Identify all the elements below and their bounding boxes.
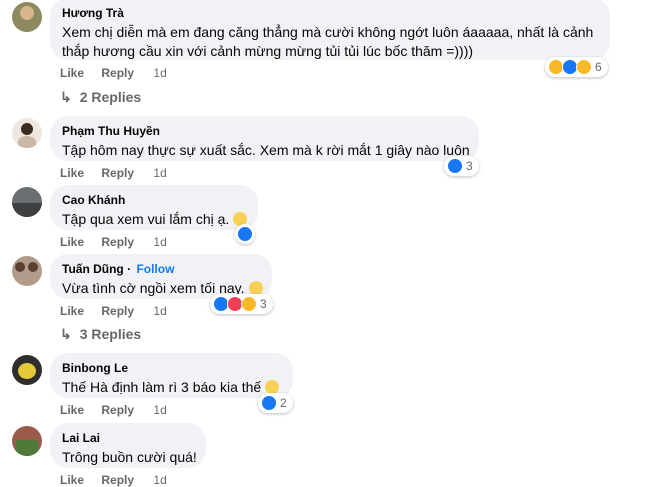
comment-text: Tập hôm nay thực sự xuất sắc. Xem mà k r… (62, 142, 470, 158)
comment-text: thắp hương cầu xin với cảnh mừng mừng tủ… (62, 43, 474, 59)
comment-time[interactable]: 1d (153, 304, 166, 318)
reply-arrow-icon: ↳ (60, 326, 72, 342)
comment-bubble: Tuấn Dũng · Follow Vừa tình cờ ngồi xem … (50, 254, 272, 299)
reaction-count: 6 (595, 60, 602, 74)
like-button[interactable]: Like (60, 473, 84, 487)
like-button[interactable]: Like (60, 166, 84, 180)
view-replies-link[interactable]: ↳ 2 Replies (60, 89, 141, 106)
reply-button[interactable]: Reply (101, 66, 134, 80)
comment-actions: Like Reply 1d (60, 66, 181, 80)
comment-actions: Like Reply 1d (60, 304, 181, 318)
reaction-count: 2 (280, 396, 287, 410)
reaction-count: 3 (466, 159, 473, 173)
replies-label[interactable]: 3 Replies (80, 326, 141, 342)
like-reaction-icon (447, 158, 463, 174)
avatar[interactable] (12, 118, 42, 148)
comment-bubble: Binbong Le Thế Hà định làm rì 3 báo kia … (50, 353, 293, 398)
reply-button[interactable]: Reply (101, 166, 134, 180)
avatar[interactable] (12, 256, 42, 286)
comment-author-name[interactable]: Tuấn Dũng (62, 262, 124, 276)
replies-label[interactable]: 2 Replies (80, 89, 141, 105)
comment-text: Thế Hà định làm rì 3 báo kia thế (62, 378, 281, 397)
reply-button[interactable]: Reply (101, 403, 134, 417)
reaction-summary[interactable]: 3 (444, 156, 479, 176)
sad-emoji-icon (265, 380, 280, 394)
comment-author: Tuấn Dũng · Follow (62, 262, 175, 276)
view-replies-link[interactable]: ↳ 3 Replies (60, 326, 141, 343)
like-button[interactable]: Like (60, 403, 84, 417)
comment-time[interactable]: 1d (153, 235, 166, 249)
care-reaction-icon (576, 59, 592, 75)
comment-actions: Like Reply 1d (60, 403, 181, 417)
care-reaction-icon (241, 296, 257, 312)
follow-button[interactable]: Follow (136, 262, 174, 276)
reaction-summary[interactable]: 6 (545, 57, 608, 77)
reply-button[interactable]: Reply (101, 235, 134, 249)
comment-author[interactable]: Binbong Le (62, 360, 281, 376)
comment-bubble: Lai Lai Trông buồn cười quá! (50, 423, 206, 468)
reply-button[interactable]: Reply (101, 304, 134, 318)
comment-time[interactable]: 1d (153, 66, 166, 80)
avatar[interactable] (12, 426, 42, 456)
comment-text: Tập qua xem vui lắm chị ạ. (62, 210, 248, 229)
reaction-summary[interactable] (235, 224, 255, 244)
reply-button[interactable]: Reply (101, 473, 134, 487)
avatar[interactable] (12, 355, 42, 385)
comment-actions: Like Reply 1d (60, 166, 181, 180)
comment-actions: Like Reply 1d (60, 473, 181, 487)
like-button[interactable]: Like (60, 235, 84, 249)
comment-time[interactable]: 1d (153, 473, 166, 487)
comment-author[interactable]: Lai Lai (62, 430, 194, 446)
comment-author[interactable]: Hương Trà (62, 5, 598, 21)
comment-text: Xem chị diễn mà em đang căng thẳng mà cư… (62, 24, 594, 40)
comment-bubble: Hương Trà Xem chị diễn mà em đang căng t… (50, 0, 610, 60)
comment-text: Trông buồn cười quá! (62, 449, 197, 465)
avatar[interactable] (12, 187, 42, 217)
comment-author[interactable]: Phạm Thu Huyền (62, 123, 467, 139)
comment-actions: Like Reply 1d (60, 235, 181, 249)
comment-time[interactable]: 1d (153, 166, 166, 180)
like-button[interactable]: Like (60, 304, 84, 318)
comment-time[interactable]: 1d (153, 403, 166, 417)
like-reaction-icon (261, 395, 277, 411)
reply-arrow-icon: ↳ (60, 89, 72, 105)
comment-author[interactable]: Cao Khánh (62, 192, 246, 208)
comment-bubble: Cao Khánh Tập qua xem vui lắm chị ạ. (50, 185, 258, 230)
like-button[interactable]: Like (60, 66, 84, 80)
reaction-summary[interactable]: 2 (258, 393, 293, 413)
surprised-emoji-icon (248, 281, 263, 295)
reaction-summary[interactable]: 3 (210, 294, 273, 314)
comment-bubble: Phạm Thu Huyền Tập hôm nay thực sự xuất … (50, 116, 479, 161)
like-reaction-icon (237, 226, 253, 242)
reaction-count: 3 (260, 297, 267, 311)
avatar[interactable] (12, 2, 42, 32)
